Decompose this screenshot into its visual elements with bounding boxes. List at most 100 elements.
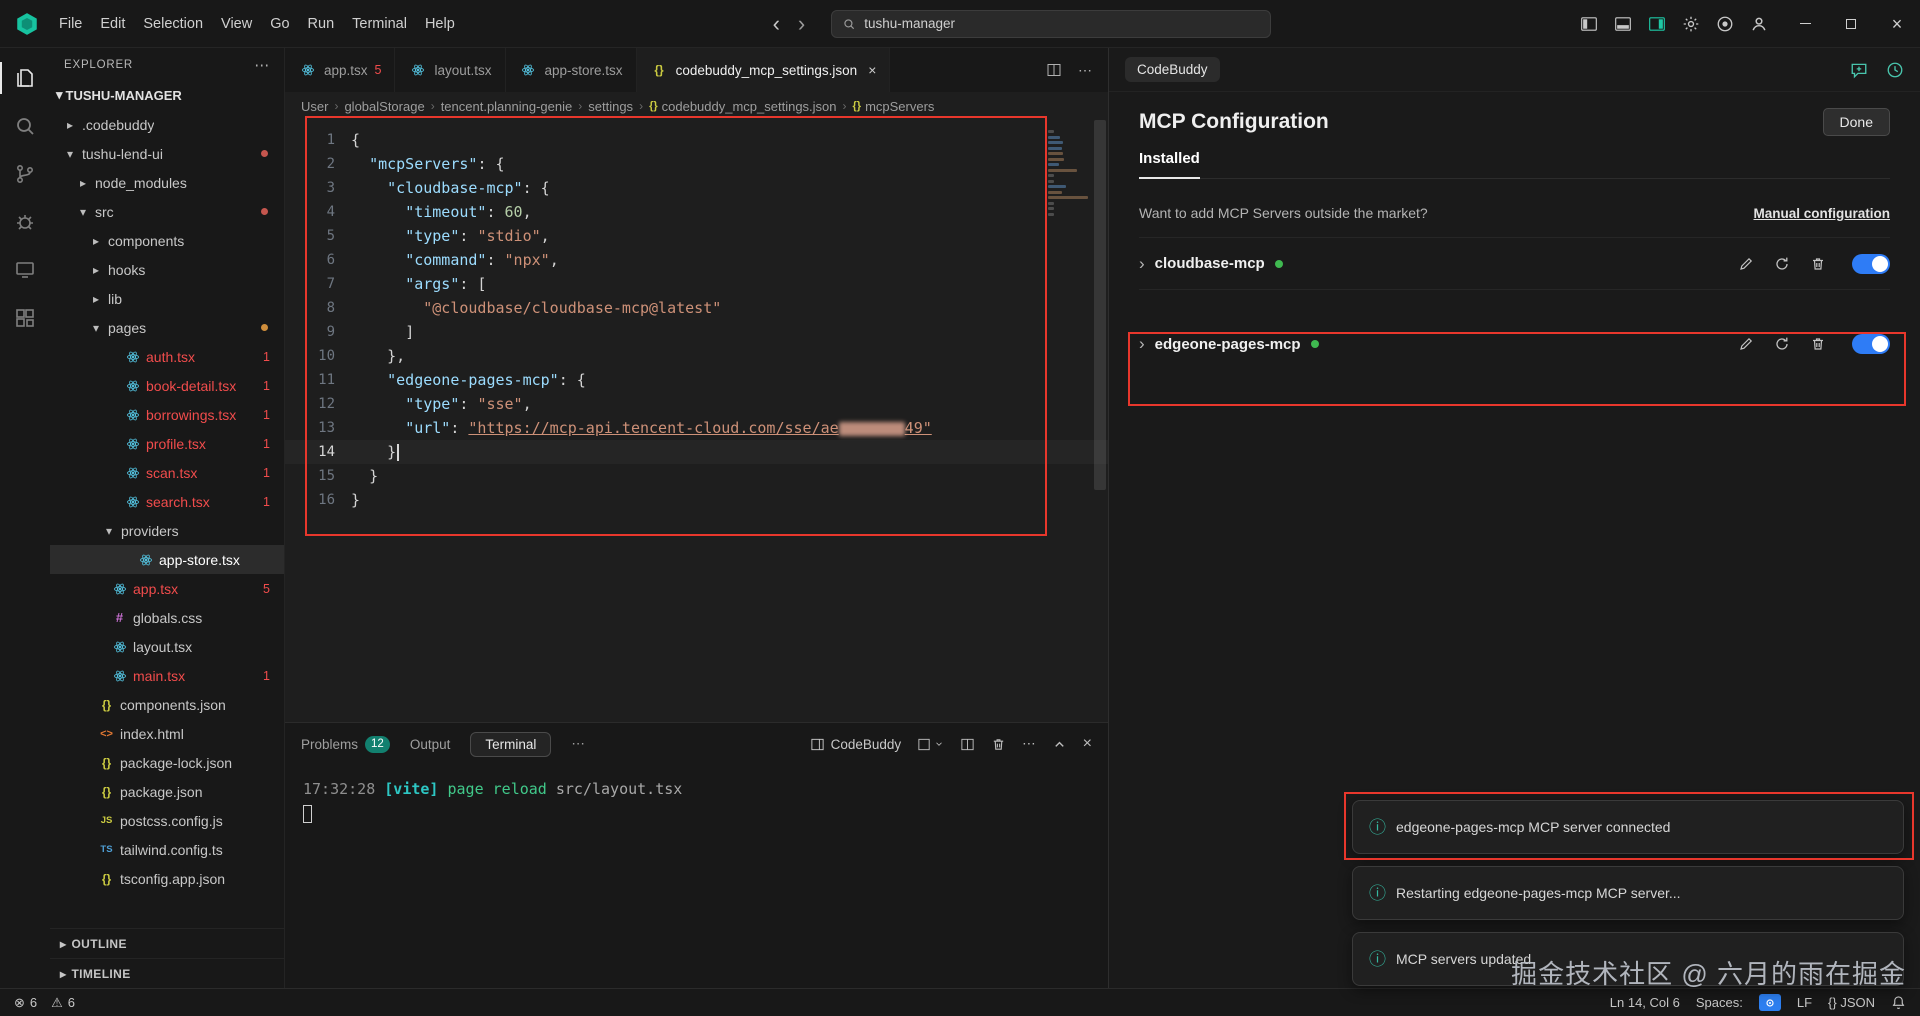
mcp-server-row-edgeone-pages-mcp[interactable]: ›edgeone-pages-mcp xyxy=(1139,318,1890,370)
code-line-16[interactable]: 16} xyxy=(285,488,1108,512)
tree-folder-hooks[interactable]: ▸hooks xyxy=(50,255,284,284)
notifications-bell-icon[interactable] xyxy=(1891,995,1906,1010)
server-enabled-toggle[interactable] xyxy=(1852,334,1890,354)
code-line-8[interactable]: 8 "@cloudbase/cloudbase-mcp@latest" xyxy=(285,296,1108,320)
layout-sidebar-left-icon[interactable] xyxy=(1580,15,1598,33)
tab-close-icon[interactable]: × xyxy=(868,62,876,78)
editor-tab-app.tsx[interactable]: app.tsx5 xyxy=(285,48,395,92)
tree-file-auth.tsx[interactable]: auth.tsx1 xyxy=(50,342,284,371)
tree-file-app-store.tsx[interactable]: app-store.tsx xyxy=(50,545,284,574)
tree-folder-lib[interactable]: ▸lib xyxy=(50,284,284,313)
run-debug-icon[interactable] xyxy=(0,198,50,246)
search-icon[interactable] xyxy=(0,102,50,150)
code-line-14[interactable]: 14 } xyxy=(285,440,1108,464)
edit-server-button[interactable] xyxy=(1738,336,1754,352)
menu-help[interactable]: Help xyxy=(416,10,464,38)
command-center-search[interactable]: tushu-manager xyxy=(831,10,1271,38)
eol-setting[interactable]: LF xyxy=(1797,995,1812,1010)
tree-file-components.json[interactable]: {}components.json xyxy=(50,690,284,719)
tree-file-scan.tsx[interactable]: scan.tsx1 xyxy=(50,458,284,487)
menu-go[interactable]: Go xyxy=(261,10,298,38)
explorer-files-icon[interactable] xyxy=(0,54,50,102)
menu-view[interactable]: View xyxy=(212,10,261,38)
tree-file-package.json[interactable]: {}package.json xyxy=(50,777,284,806)
remote-explorer-icon[interactable] xyxy=(0,246,50,294)
tree-file-tailwind.config.ts[interactable]: TStailwind.config.ts xyxy=(50,835,284,864)
maximize-panel-icon[interactable] xyxy=(1052,737,1067,752)
minimize-button[interactable] xyxy=(1782,0,1828,47)
panel-tabs-more-icon[interactable]: ⋯ xyxy=(571,736,585,752)
extensions-icon[interactable] xyxy=(0,294,50,342)
code-line-12[interactable]: 12 "type": "sse", xyxy=(285,392,1108,416)
notification-toast[interactable]: ⓘRestarting edgeone-pages-mcp MCP server… xyxy=(1352,866,1904,920)
explorer-more-icon[interactable]: ⋯ xyxy=(254,56,270,74)
tree-folder-node_modules[interactable]: ▸node_modules xyxy=(50,168,284,197)
restart-server-button[interactable] xyxy=(1774,256,1790,272)
outline-section[interactable]: ▸ OUTLINE xyxy=(50,928,284,958)
breadcrumb-item[interactable]: settings xyxy=(588,99,633,114)
panel-codebuddy-button[interactable]: CodeBuddy xyxy=(810,737,902,752)
layout-sidebar-right-icon[interactable] xyxy=(1648,15,1666,33)
nav-back-icon[interactable]: ‹ xyxy=(773,13,780,35)
problems-errors[interactable]: ⊗ 6 xyxy=(14,995,37,1011)
tree-file-globals.css[interactable]: #globals.css xyxy=(50,603,284,632)
source-control-icon[interactable] xyxy=(0,150,50,198)
code-line-15[interactable]: 15 } xyxy=(285,464,1108,488)
record-icon[interactable] xyxy=(1716,15,1734,33)
breadcrumb-item[interactable]: {}mcpServers xyxy=(853,99,935,114)
chevron-right-icon[interactable]: › xyxy=(1139,334,1145,354)
tree-file-layout.tsx[interactable]: layout.tsx xyxy=(50,632,284,661)
code-line-10[interactable]: 10 }, xyxy=(285,344,1108,368)
code-line-6[interactable]: 6 "command": "npx", xyxy=(285,248,1108,272)
tree-file-postcss.config.js[interactable]: JSpostcss.config.js xyxy=(50,806,284,835)
delete-server-button[interactable] xyxy=(1810,336,1826,352)
minimap[interactable] xyxy=(1048,130,1090,218)
problems-warnings[interactable]: ⚠ 6 xyxy=(51,995,75,1011)
tree-folder-components[interactable]: ▸components xyxy=(50,226,284,255)
code-line-3[interactable]: 3 "cloudbase-mcp": { xyxy=(285,176,1108,200)
code-editor[interactable]: 1{2 "mcpServers": {3 "cloudbase-mcp": {4… xyxy=(285,120,1108,722)
terminal-more-icon[interactable]: ⋯ xyxy=(1022,736,1036,752)
code-line-5[interactable]: 5 "type": "stdio", xyxy=(285,224,1108,248)
account-icon[interactable] xyxy=(1750,15,1768,33)
tree-folder-src[interactable]: ▾src xyxy=(50,197,284,226)
breadcrumb-item[interactable]: {}codebuddy_mcp_settings.json xyxy=(649,99,836,114)
close-button[interactable]: × xyxy=(1874,0,1920,47)
editor-tab-app-store.tsx[interactable]: app-store.tsx xyxy=(506,48,637,92)
menu-run[interactable]: Run xyxy=(299,10,344,38)
tree-file-tsconfig.app.json[interactable]: {}tsconfig.app.json xyxy=(50,864,284,893)
code-line-7[interactable]: 7 "args": [ xyxy=(285,272,1108,296)
restart-server-button[interactable] xyxy=(1774,336,1790,352)
mcp-server-row-cloudbase-mcp[interactable]: ›cloudbase-mcp xyxy=(1139,238,1890,290)
language-mode[interactable]: {} JSON xyxy=(1828,995,1875,1010)
code-line-9[interactable]: 9 ] xyxy=(285,320,1108,344)
tab-installed[interactable]: Installed xyxy=(1139,150,1200,179)
chevron-right-icon[interactable]: › xyxy=(1139,254,1145,274)
editor-more-icon[interactable]: ⋯ xyxy=(1078,62,1092,79)
done-button[interactable]: Done xyxy=(1823,108,1890,136)
new-chat-icon[interactable] xyxy=(1850,61,1868,79)
code-line-13[interactable]: 13 "url": "https://mcp-api.tencent-cloud… xyxy=(285,416,1108,440)
cursor-position[interactable]: Ln 14, Col 6 xyxy=(1610,995,1680,1010)
tree-file-package-lock.json[interactable]: {}package-lock.json xyxy=(50,748,284,777)
codebuddy-panel-tab[interactable]: CodeBuddy xyxy=(1125,57,1220,82)
close-panel-icon[interactable]: × xyxy=(1083,735,1092,753)
code-line-1[interactable]: 1{ xyxy=(285,128,1108,152)
terminal-profile-icon[interactable] xyxy=(917,737,944,752)
code-line-11[interactable]: 11 "edgeone-pages-mcp": { xyxy=(285,368,1108,392)
breadcrumb-item[interactable]: globalStorage xyxy=(344,99,424,114)
delete-server-button[interactable] xyxy=(1810,256,1826,272)
tree-folder-pages[interactable]: ▾pages xyxy=(50,313,284,342)
tree-folder-tushu-lend-ui[interactable]: ▾tushu-lend-ui xyxy=(50,139,284,168)
tree-file-search.tsx[interactable]: search.tsx1 xyxy=(50,487,284,516)
menu-file[interactable]: File xyxy=(50,10,91,38)
tree-file-profile.tsx[interactable]: profile.tsx1 xyxy=(50,429,284,458)
nav-forward-icon[interactable]: › xyxy=(798,13,805,35)
gear-icon[interactable] xyxy=(1682,15,1700,33)
breadcrumb-item[interactable]: tencent.planning-genie xyxy=(441,99,573,114)
tree-file-book-detail.tsx[interactable]: book-detail.tsx1 xyxy=(50,371,284,400)
split-editor-icon[interactable] xyxy=(1046,62,1062,78)
tree-folder-providers[interactable]: ▾providers xyxy=(50,516,284,545)
panel-tab-output[interactable]: Output xyxy=(410,737,451,752)
tree-file-app.tsx[interactable]: app.tsx5 xyxy=(50,574,284,603)
